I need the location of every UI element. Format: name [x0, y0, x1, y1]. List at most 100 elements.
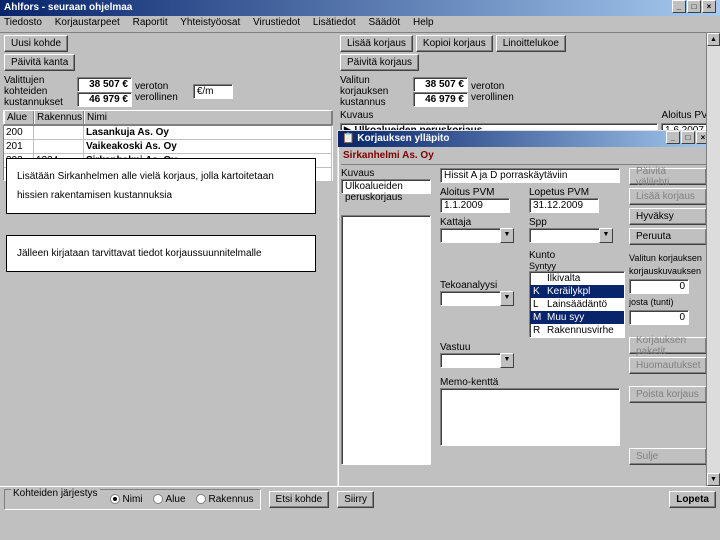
bottom-panel: Kohteiden järjestys Nimi Alue Rakennus E… [0, 486, 720, 526]
table-row[interactable]: 200Lasankuja As. Oy [4, 126, 332, 140]
callout-2: Jälleen kirjataan tarvittavat tiedot kor… [6, 235, 316, 272]
verollinen-label2: verollinen [471, 92, 514, 103]
left-pane: Uusi kohde Päivitä kanta Valittujen koht… [0, 33, 336, 540]
dlg-lopetus-label: Lopetus PVM [529, 187, 599, 198]
radio-nimi[interactable]: Nimi [110, 494, 143, 505]
kustannukset-label1: Valittujen kohteiden [4, 75, 74, 97]
dialog-title: Korjauksen ylläpito [357, 133, 449, 144]
dlg-kattaja-combo[interactable]: ▼ [440, 228, 514, 243]
scroll-down-icon[interactable]: ▼ [707, 473, 720, 486]
dlg-spp-combo[interactable]: ▼ [529, 228, 613, 243]
minimize-button[interactable]: _ [672, 0, 686, 13]
vscroll[interactable]: ▲ ▼ [706, 33, 720, 486]
chevron-down-icon[interactable]: ▼ [599, 228, 613, 243]
dlg-kuvaus-field[interactable]: Ulkoalueiden peruskorjaus [341, 179, 431, 194]
window-controls: _ □ × [672, 0, 716, 16]
lisaa-korjaus-button[interactable]: Lisää korjaus [340, 35, 413, 52]
list-item[interactable]: LLainsäädäntö [530, 298, 624, 311]
list-item[interactable]: Ilkivalta [530, 272, 624, 285]
rightcol-val0: 0 [629, 279, 689, 294]
uusi-kohde-button[interactable]: Uusi kohde [4, 35, 68, 52]
dlg-memo-label: Memo-kenttä [440, 377, 626, 388]
scroll-up-icon[interactable]: ▲ [707, 33, 720, 46]
col-rakennus: Rakennus [34, 111, 84, 124]
dlg-syntyy-label: Syntyy [529, 261, 625, 271]
callout-1-text: Lisätään Sirkanhelmen alle vielä korjaus… [17, 171, 274, 201]
bottom-title: Kohteiden järjestys [11, 488, 100, 499]
menu-tiedosto[interactable]: Tiedosto [4, 17, 42, 28]
col-nimi: Nimi [84, 111, 332, 124]
dialog-titlebar: 📋 Korjauksen ylläpito _ □ × [338, 131, 714, 147]
rightcol-label2: korjauskuvauksen [629, 266, 708, 276]
veroton-label2: veroton [471, 81, 514, 92]
chevron-down-icon[interactable]: ▼ [500, 291, 514, 306]
maximize-button[interactable]: □ [687, 0, 701, 13]
dlg-teko-combo[interactable]: ▼ [440, 291, 514, 306]
kpm-field: €/m [193, 84, 233, 99]
dlg-kattaja-label: Kattaja [440, 217, 526, 228]
dlg-vastuu-combo[interactable]: ▼ [440, 353, 514, 368]
close-button[interactable]: × [702, 0, 716, 13]
paivita-kanta-button[interactable]: Päivitä kanta [4, 54, 75, 71]
kustannus-verollinen: 46 979 € [77, 92, 132, 107]
kustannukset-label2: kustannukset [4, 97, 74, 108]
dlg-kunto-label: Kunto [529, 250, 625, 261]
dlg-poista-button[interactable]: Poista korjaus [629, 386, 707, 403]
dlg-aloitus-label: Aloitus PVM [440, 187, 526, 198]
dlg-minimize-button[interactable]: _ [666, 131, 680, 144]
dlg-peruuta-button[interactable]: Peruuta [629, 228, 707, 245]
list-item[interactable]: MMuu syy [530, 311, 624, 324]
menu-virustiedot[interactable]: Virustiedot [253, 17, 300, 28]
dlg-left-list[interactable] [341, 215, 431, 465]
list-item[interactable]: RRakennusvirhe [530, 324, 624, 337]
dlg-hyvaksy-button[interactable]: Hyväksy [629, 208, 707, 225]
chevron-down-icon[interactable]: ▼ [500, 353, 514, 368]
dialog-site: Sirkanhelmi As. Oy [338, 147, 714, 164]
menubar: Tiedosto Korjaustarpeet Raportit Yhteist… [0, 16, 720, 33]
dlg-huom-button[interactable]: Huomautukset [629, 357, 707, 374]
valkor-label2: kustannus [340, 97, 410, 108]
kopioi-korjaus-button[interactable]: Kopioi korjaus [416, 35, 493, 52]
menu-help[interactable]: Help [413, 17, 434, 28]
dlg-maximize-button[interactable]: □ [681, 131, 695, 144]
callout-2-text: Jälleen kirjataan tarvittavat tiedot kor… [17, 248, 262, 259]
menu-lisatiedot[interactable]: Lisätiedot [313, 17, 356, 28]
dlg-paketit-button[interactable]: Korjauksen paketit [629, 337, 707, 354]
kuvaus-label: Kuvaus [340, 110, 373, 121]
rightcol-units-label: josta (tunti) [629, 297, 708, 307]
main-titlebar: Ahlfors - seuraan ohjelmaa _ □ × [0, 0, 720, 16]
col-alue: Alue [4, 111, 34, 124]
list-item[interactable]: KKeräilykpl [530, 285, 624, 298]
dlg-paivita-button[interactable]: Päivitä välilehti [629, 168, 707, 185]
valkor-label1: Valitun korjauksen [340, 75, 410, 97]
valkor-verollinen: 46 979 € [413, 92, 468, 107]
dlg-lisaa-button[interactable]: Lisää korjaus [629, 188, 707, 205]
siirry-button[interactable]: Siirry [337, 491, 374, 508]
linoittelukoe-button[interactable]: Linoittelukoe [496, 35, 566, 52]
table-row[interactable]: 201Vaikeakoski As. Oy [4, 140, 332, 154]
kustannus-veroton: 38 507 € [77, 77, 132, 92]
radio-rakennus[interactable]: Rakennus [196, 494, 254, 505]
paivita-korjaus-button[interactable]: Päivitä korjaus [340, 54, 419, 71]
dlg-aloitus-field[interactable]: 1.1.2009 [440, 198, 510, 213]
menu-raportit[interactable]: Raportit [133, 17, 168, 28]
dlg-syy-list[interactable]: Ilkivalta KKeräilykpl LLainsäädäntö MMuu… [529, 271, 625, 338]
dlg-vastuu-label: Vastuu [440, 342, 526, 353]
menu-korjaustarpeet[interactable]: Korjaustarpeet [55, 17, 120, 28]
dlg-memo-textarea[interactable] [440, 388, 620, 446]
menu-saadot[interactable]: Säädöt [369, 17, 401, 28]
lopeta-button[interactable]: Lopeta [669, 491, 716, 508]
chevron-down-icon[interactable]: ▼ [500, 228, 514, 243]
dlg-kuvaus-label: Kuvaus [341, 168, 436, 179]
etsi-kohde-button[interactable]: Etsi kohde [269, 491, 330, 508]
rightcol-units-val: 0 [629, 310, 689, 325]
korjauksen-yllapito-dialog: 📋 Korjauksen ylläpito _ □ × Sirkanhelmi … [337, 130, 715, 490]
menu-yhteistyoosat[interactable]: Yhteistyöosat [180, 17, 240, 28]
radio-alue[interactable]: Alue [153, 494, 186, 505]
main-title: Ahlfors - seuraan ohjelmaa [4, 0, 132, 16]
veroton-label: veroton [135, 81, 178, 92]
dlg-hissit-field[interactable]: Hissit A ja D porraskäytäviin [440, 168, 620, 183]
dlg-sulje-button[interactable]: Sulje [629, 448, 707, 465]
dlg-lopetus-field[interactable]: 31.12.2009 [529, 198, 599, 213]
valkor-veroton: 38 507 € [413, 77, 468, 92]
